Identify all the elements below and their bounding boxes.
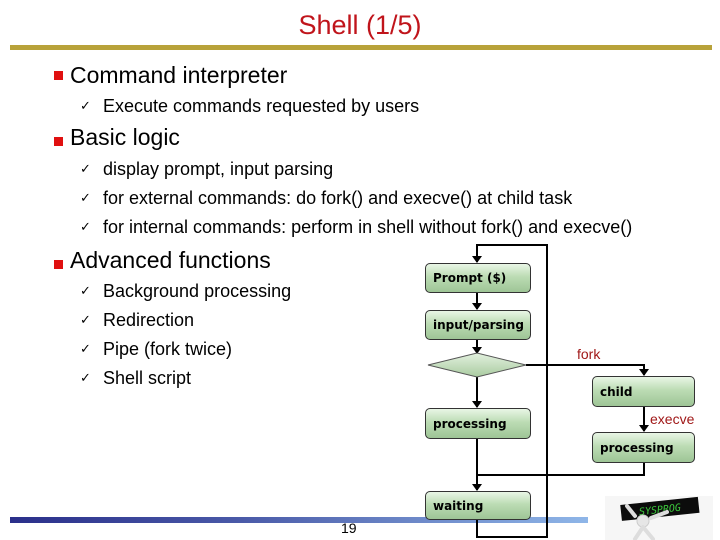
node-prompt: Prompt ($) xyxy=(425,263,531,293)
node-waiting: waiting xyxy=(425,491,531,520)
arrowhead xyxy=(639,425,649,432)
fork-connector xyxy=(526,364,645,375)
node-input-parsing: input/parsing xyxy=(425,310,531,340)
execve-label: execve xyxy=(650,411,695,427)
decision-diamond xyxy=(427,352,527,378)
arrowhead xyxy=(472,256,482,263)
arrowhead xyxy=(472,303,482,310)
arrowhead xyxy=(472,401,482,408)
node-child-processing: processing xyxy=(592,432,695,463)
child-join-connector xyxy=(477,462,645,476)
sysprog-logo: SYSPROG xyxy=(605,496,713,540)
node-processing: processing xyxy=(425,408,531,439)
arrowhead xyxy=(639,369,649,376)
node-child: child xyxy=(592,376,695,407)
fork-label: fork xyxy=(577,346,601,362)
arrowhead xyxy=(472,484,482,491)
